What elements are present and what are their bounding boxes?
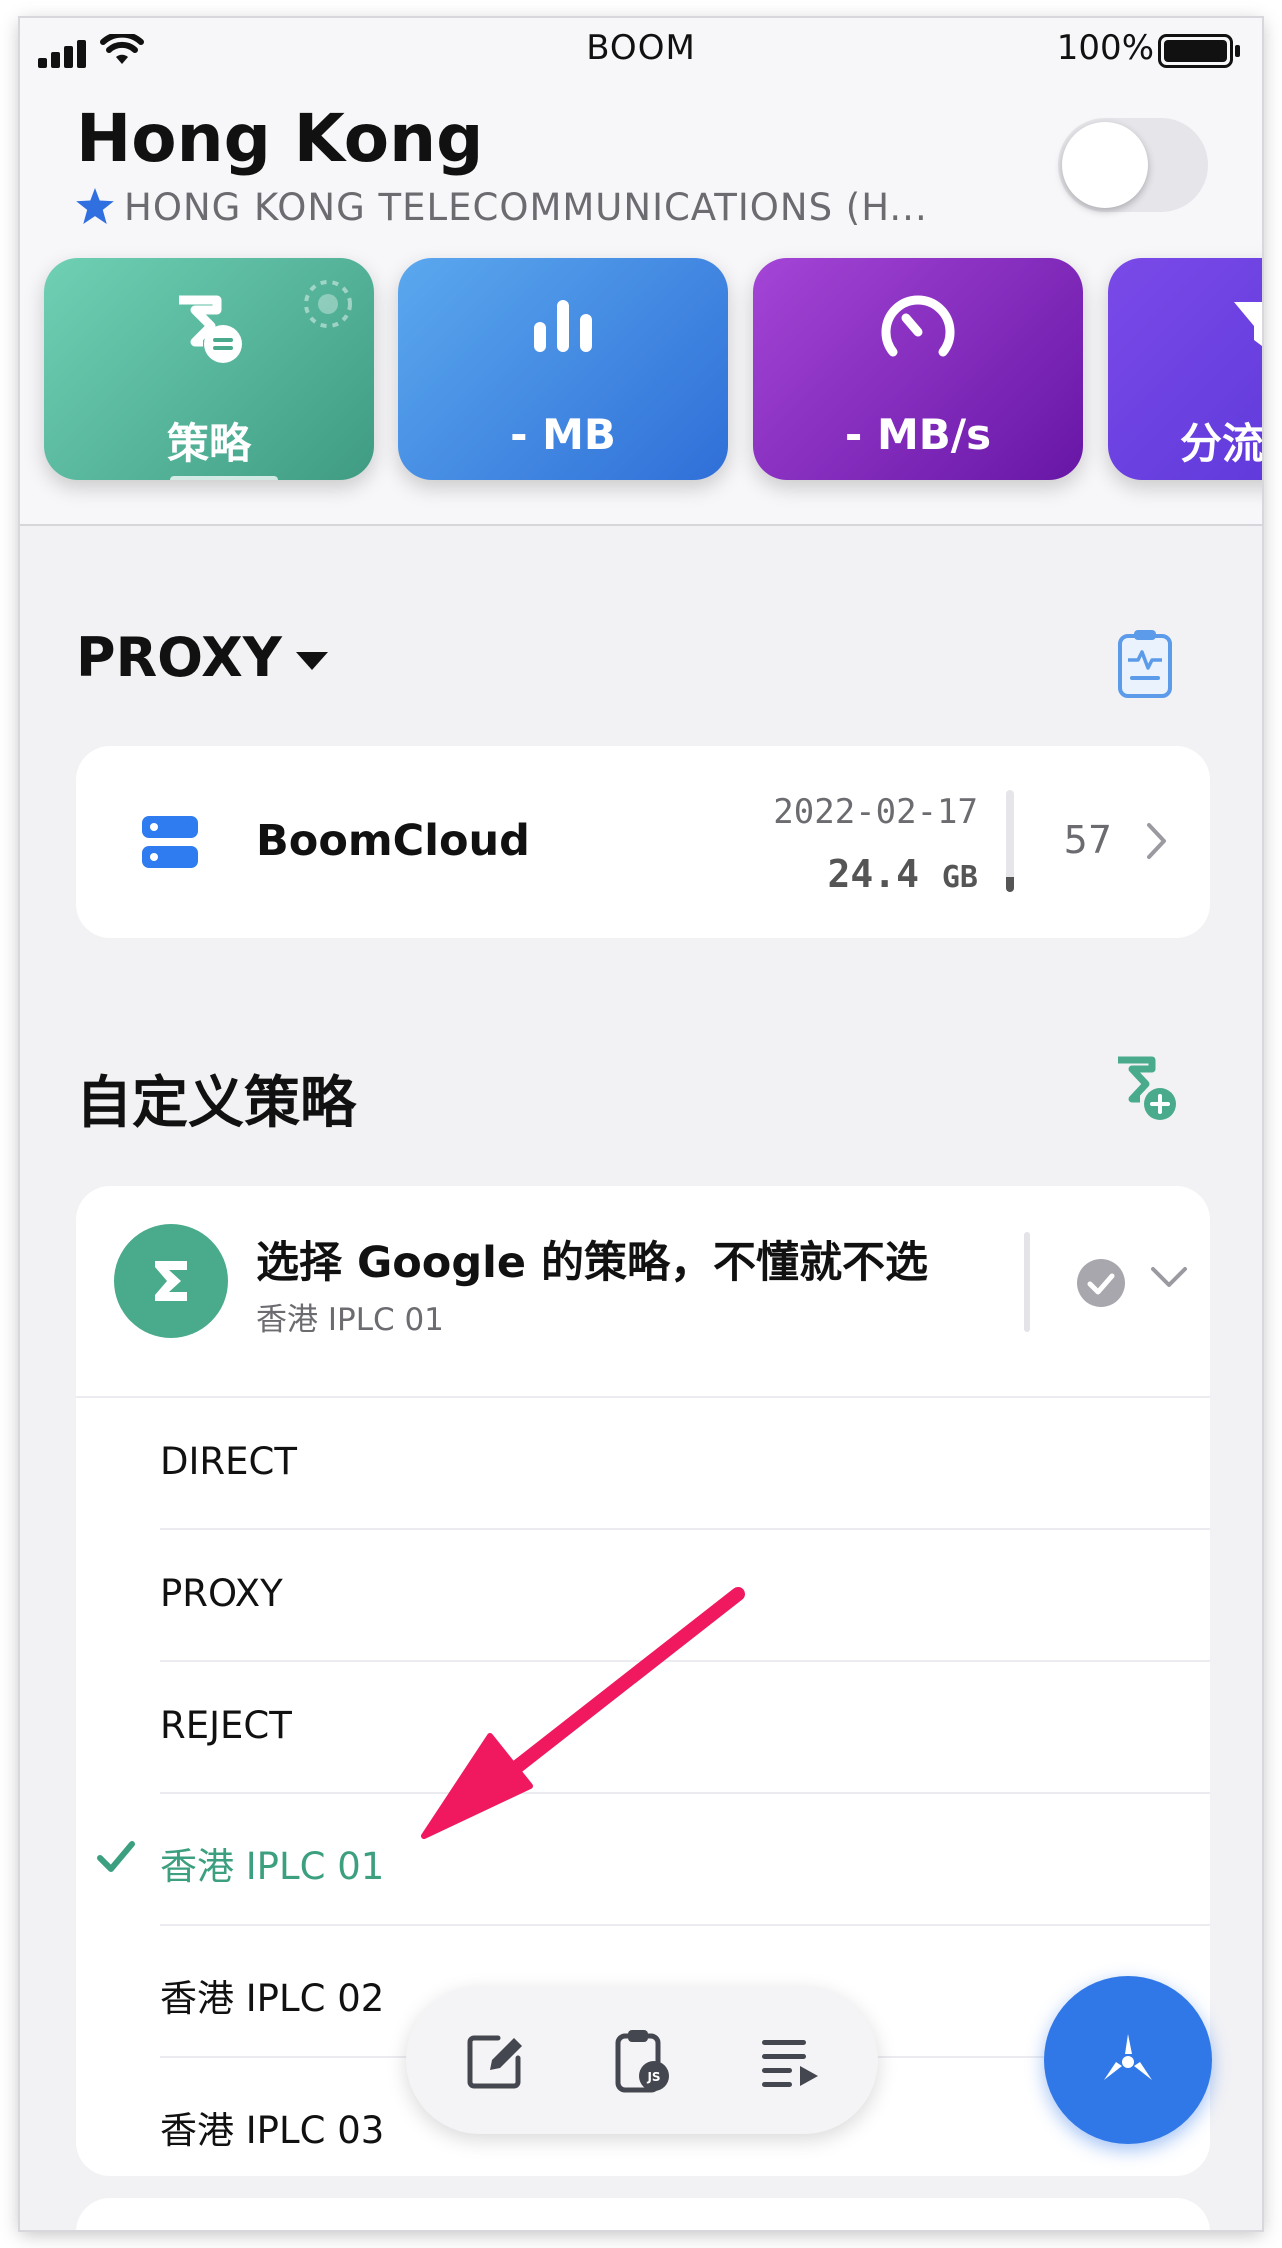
connect-fab-button[interactable] [1044, 1976, 1212, 2144]
traffic-card[interactable]: - MB [398, 258, 728, 480]
usage-bar-fill [1006, 876, 1014, 892]
playlist-icon[interactable] [754, 2026, 824, 2096]
speedometer-icon [753, 294, 1083, 368]
js-clipboard-icon[interactable]: JS [606, 2026, 676, 2096]
usage-unit: GB [941, 860, 978, 895]
policy-selected-node: 香港 IPLC 01 [256, 1302, 444, 1338]
next-policy-card [76, 2198, 1210, 2230]
battery-percent: 100% [1056, 28, 1154, 68]
stats-cards-row: 策略 - MB - MB/s 分流 [20, 258, 1262, 484]
location-title: Hong Kong [76, 100, 484, 177]
subscription-expiry: 2022-02-17 [773, 792, 978, 832]
caret-down-icon[interactable] [294, 650, 330, 676]
add-policy-icon[interactable] [1112, 1054, 1182, 1128]
policy-option-label: 香港 IPLC 02 [160, 1977, 385, 2020]
filter-icon [1228, 294, 1262, 358]
custom-policy-title: 自定义策略 [76, 1071, 356, 1136]
isp-row: HONG KONG TELECOMMUNICATIONS (H... [76, 186, 928, 229]
sigma-icon [155, 1261, 187, 1301]
group-name[interactable]: PROXY [76, 626, 282, 689]
chevron-down-icon[interactable] [1150, 1266, 1188, 1294]
phone-screen: BOOM 100% Hong Kong HONG KONG TELECOMMUN… [20, 18, 1262, 2230]
checkmark-icon [96, 1836, 136, 1880]
active-tab-underline [170, 476, 278, 480]
isp-name: HONG KONG TELECOMMUNICATIONS (H... [124, 186, 928, 229]
speed-card[interactable]: - MB/s [753, 258, 1083, 480]
subscription-card[interactable]: BoomCloud 2022-02-17 24.4 GB 57 [76, 746, 1210, 938]
policy-sigma-icon [44, 294, 374, 370]
card-label: - MB/s [844, 410, 992, 459]
battery-icon [1158, 34, 1242, 72]
server-icon [140, 814, 200, 874]
policy-card-tab[interactable]: 策略 [44, 258, 374, 480]
card-label: 策略 [166, 419, 251, 468]
divider [1024, 1232, 1030, 1332]
rules-card[interactable]: 分流 [1108, 258, 1262, 480]
log-document-icon[interactable] [1116, 628, 1174, 704]
bottom-toolbar: JS [406, 1986, 878, 2134]
usage-bar [1006, 790, 1014, 892]
card-label: - MB [510, 410, 616, 459]
status-bar: BOOM 100% [20, 18, 1262, 82]
card-label: 分流 [1180, 419, 1262, 468]
policy-option-label: DIRECT [160, 1440, 297, 1483]
fan-icon [1104, 2034, 1152, 2080]
policy-option-label: 香港 IPLC 01 [160, 1845, 385, 1888]
policy-option[interactable]: PROXY [76, 1530, 1210, 1662]
subscription-usage: 24.4 GB [827, 852, 978, 896]
vpn-toggle[interactable] [1058, 118, 1208, 212]
header-area: BOOM 100% Hong Kong HONG KONG TELECOMMUN… [20, 18, 1262, 526]
svg-text:JS: JS [646, 2070, 660, 2084]
bar-chart-icon [398, 294, 728, 364]
node-count: 57 [1063, 818, 1112, 862]
policy-option-label: PROXY [160, 1572, 283, 1615]
latency-check-icon[interactable] [1076, 1258, 1126, 1312]
edit-icon[interactable] [460, 2026, 530, 2096]
policy-option-label: 香港 IPLC 03 [160, 2109, 385, 2152]
star-icon [76, 187, 114, 228]
policy-option[interactable]: 香港 IPLC 01 [76, 1794, 1210, 1926]
policy-option[interactable]: REJECT [76, 1662, 1210, 1794]
usage-value: 24.4 [827, 852, 919, 896]
toggle-knob [1062, 122, 1148, 208]
chevron-right-icon [1146, 822, 1168, 864]
subscription-name: BoomCloud [256, 816, 530, 866]
policy-option-label: REJECT [160, 1704, 292, 1747]
policy-option[interactable]: DIRECT [76, 1398, 1210, 1530]
policy-avatar [114, 1224, 228, 1338]
policy-title: 选择 Google 的策略，不懂就不选 [256, 1238, 929, 1288]
